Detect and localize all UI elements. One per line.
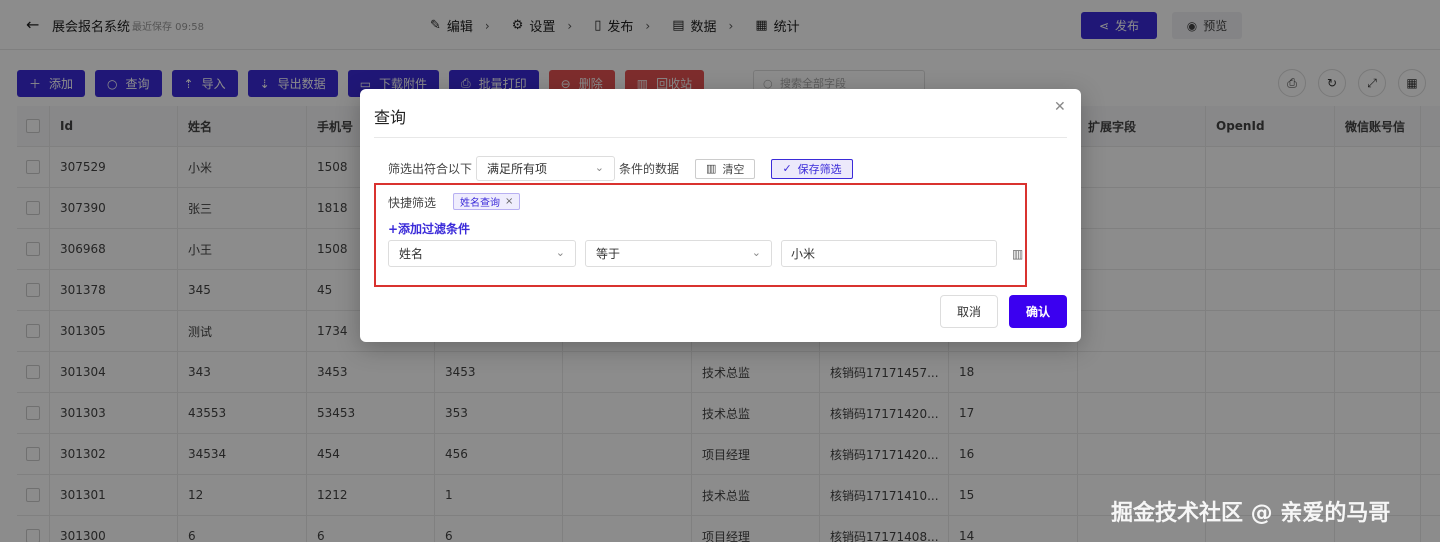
chevron-down-icon: ⌄ [751,246,761,259]
add-condition-link[interactable]: +添加过滤条件 [388,220,470,237]
quick-filter-label: 快捷筛选 [388,196,437,210]
chevron-down-icon: ⌄ [594,161,605,174]
filter-prefix: 筛选出符合以下 [388,162,473,176]
match-mode-select[interactable]: 满足所有项 ⌄ [476,156,616,181]
check-icon: ✓ [782,162,792,175]
modal-divider [374,137,1067,138]
match-row: 筛选出符合以下 满足所有项 ⌄ 条件的数据 ▥ 清空 ✓ 保存筛选 [388,156,853,181]
condition-value-input[interactable]: 小米 [781,240,997,267]
save-filter-label: 保存筛选 [797,162,842,176]
condition-field-select[interactable]: 姓名 ⌄ [388,240,576,267]
match-mode-value: 满足所有项 [487,162,548,176]
condition-value: 小米 [791,247,816,261]
quick-chip-label: 姓名查询 [460,198,500,209]
cancel-button[interactable]: 取消 [940,295,998,328]
modal-title: 查询 [374,108,407,127]
quick-filter-chip[interactable]: 姓名查询 × [453,193,521,210]
close-icon[interactable]: ✕ [1054,99,1066,115]
chevron-down-icon: ⌄ [555,246,565,259]
condition-operator-value: 等于 [596,247,621,261]
condition-field-value: 姓名 [399,247,424,261]
trash-icon[interactable]: ▥ [1012,247,1023,261]
clear-button[interactable]: ▥ 清空 [695,158,756,179]
clear-label: 清空 [722,162,745,176]
watermark: 掘金技术社区 @ 亲爱的马哥 [1111,501,1391,526]
confirm-button[interactable]: 确认 [1009,295,1067,328]
condition-row: 姓名 ⌄ 等于 ⌄ 小米 ▥ [388,240,1023,267]
save-filter-button[interactable]: ✓ 保存筛选 [771,158,853,179]
trash-icon: ▥ [706,162,717,175]
condition-operator-select[interactable]: 等于 ⌄ [585,240,772,267]
filter-suffix: 条件的数据 [619,162,680,176]
query-modal: 查询 ✕ 筛选出符合以下 满足所有项 ⌄ 条件的数据 ▥ 清空 ✓ 保存筛选 快捷筛… [360,89,1081,342]
close-icon[interactable]: × [505,196,513,207]
